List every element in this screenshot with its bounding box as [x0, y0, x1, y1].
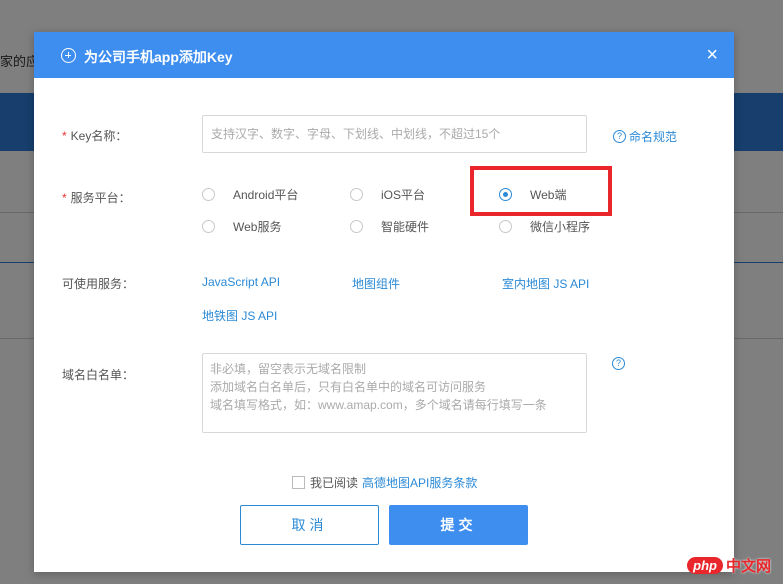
radio-label: 微信小程序: [530, 220, 591, 234]
radio-android[interactable]: Android平台: [202, 186, 298, 203]
key-name-label: * Key名称：: [62, 129, 128, 143]
radio-web-service[interactable]: Web服务: [202, 218, 281, 235]
naming-rules-label: 命名规范: [629, 130, 678, 144]
agreement-row: 我已阅读 高德地图API服务条款: [292, 474, 477, 491]
radio-smart-hardware[interactable]: 智能硬件: [350, 218, 429, 235]
radio-button[interactable]: [202, 220, 215, 233]
add-circle-icon: [61, 48, 76, 63]
service-subway-map-js-api[interactable]: 地铁图 JS API: [202, 307, 277, 324]
add-key-dialog: 为公司手机app添加Key × *Key名称： ? 命名规范 *服务平台： An…: [34, 32, 734, 572]
help-icon: ?: [613, 130, 626, 143]
key-name-input[interactable]: [202, 115, 587, 153]
radio-button[interactable]: [350, 188, 363, 201]
help-icon[interactable]: ?: [612, 357, 625, 370]
whitelist-label: 域名白名单：: [62, 368, 135, 382]
agreement-checkbox[interactable]: [292, 476, 305, 489]
radio-label: 智能硬件: [381, 220, 430, 234]
radio-ios[interactable]: iOS平台: [350, 186, 425, 203]
radio-button[interactable]: [499, 220, 512, 233]
services-label: 可使用服务：: [62, 277, 135, 291]
domain-whitelist-textarea[interactable]: [202, 353, 587, 433]
radio-label: iOS平台: [381, 188, 426, 202]
radio-button[interactable]: [202, 188, 215, 201]
watermark-logo: php: [687, 557, 723, 574]
service-indoor-map-js-api[interactable]: 室内地图 JS API: [502, 275, 589, 292]
close-icon[interactable]: ×: [706, 45, 718, 65]
dialog-title: 为公司手机app添加Key: [84, 49, 233, 65]
naming-rules-link[interactable]: ? 命名规范: [613, 128, 677, 145]
terms-link[interactable]: 高德地图API服务条款: [362, 474, 477, 491]
service-map-components[interactable]: 地图组件: [352, 275, 400, 292]
watermark: php 中文网: [687, 555, 771, 576]
radio-wechat-miniprogram[interactable]: 微信小程序: [499, 218, 590, 235]
watermark-text: 中文网: [725, 558, 771, 575]
highlight-annotation: [470, 166, 612, 216]
required-mark: *: [62, 191, 67, 205]
radio-label: Web服务: [233, 220, 282, 234]
platform-label: * 服务平台：: [62, 191, 131, 205]
service-javascript-api[interactable]: JavaScript API: [202, 275, 280, 289]
agreement-text: 我已阅读: [310, 476, 359, 490]
dialog-header: 为公司手机app添加Key ×: [34, 32, 734, 78]
required-mark: *: [62, 129, 67, 143]
radio-button[interactable]: [350, 220, 363, 233]
radio-label: Android平台: [233, 188, 299, 202]
cancel-button[interactable]: 取消: [240, 505, 379, 545]
submit-button[interactable]: 提交: [389, 505, 528, 545]
